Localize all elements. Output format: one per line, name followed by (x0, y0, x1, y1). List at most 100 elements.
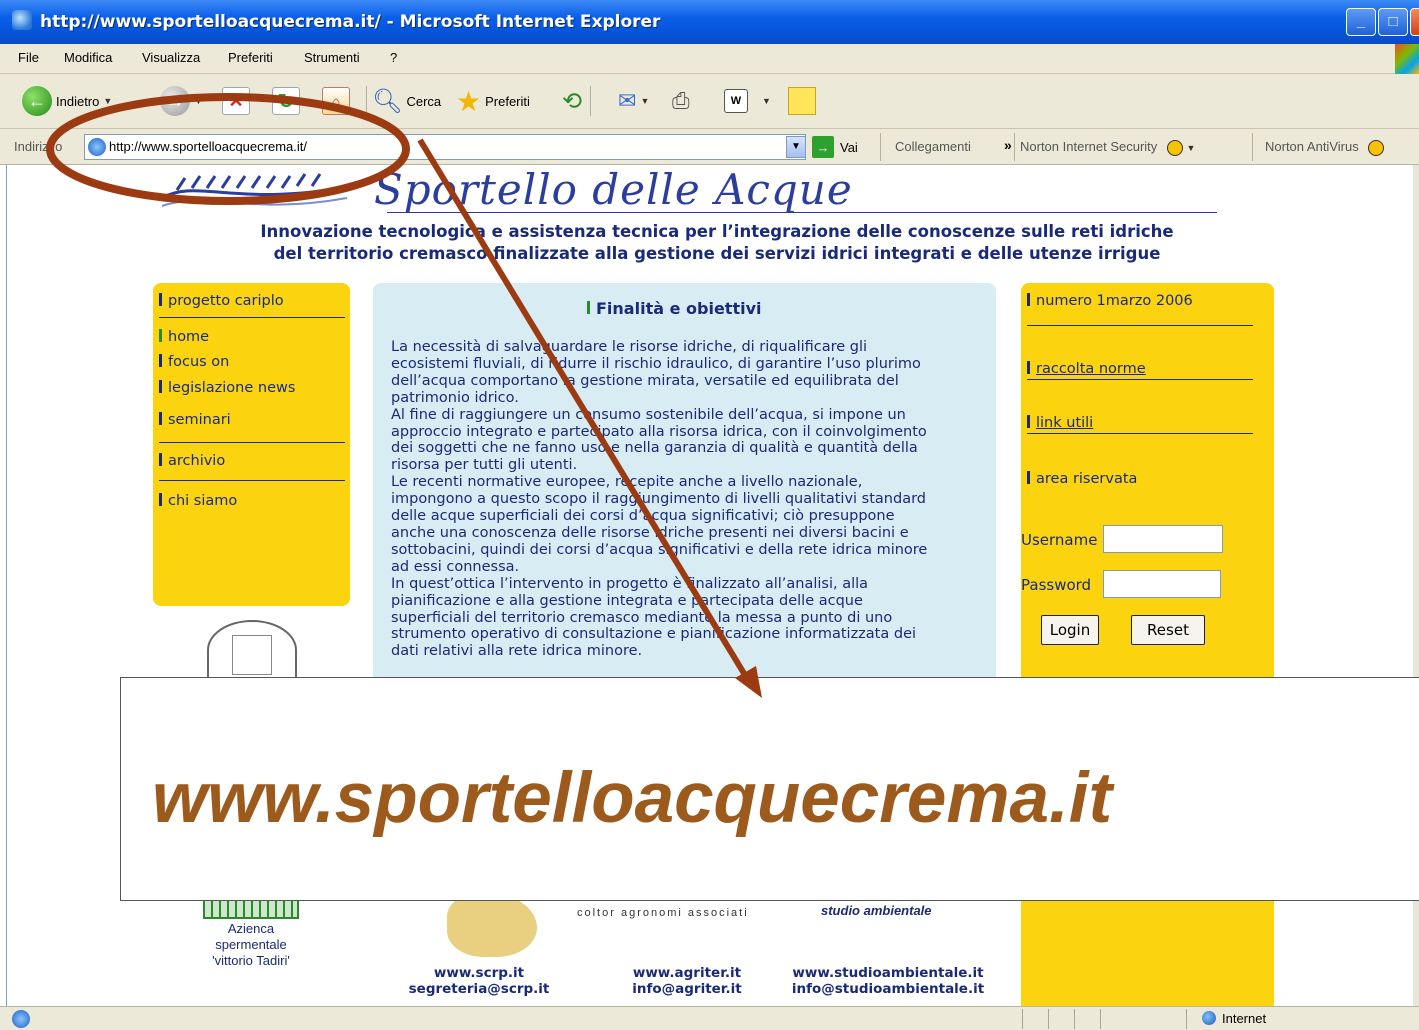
nav-issue[interactable]: numero 1marzo 2006 (1027, 293, 1193, 309)
history-button[interactable]: ⟲ (562, 84, 595, 118)
home-icon[interactable]: ⌂ (322, 87, 350, 115)
username-label: Username (1021, 531, 1098, 549)
norton-antivirus-label: Norton AntiVirus (1265, 139, 1359, 154)
nav-chi-siamo[interactable]: chi siamo (159, 493, 237, 509)
agriter-mail-link[interactable]: info@agriter.it (607, 981, 767, 997)
note-icon (788, 87, 816, 115)
norton-antivirus-button[interactable]: Norton AntiVirus (1265, 139, 1385, 156)
chevron-down-icon[interactable]: ▼ (194, 96, 203, 106)
norton-globe-icon (1166, 139, 1183, 156)
nav-link-utili[interactable]: link utili (1027, 415, 1093, 431)
minimize-button[interactable]: _ (1346, 8, 1376, 36)
status-separator (1022, 1009, 1023, 1029)
menu-modifica[interactable]: Modifica (64, 50, 112, 65)
title-underline (387, 212, 1217, 213)
forward-arrow-icon: → (160, 86, 190, 116)
chevron-down-icon[interactable]: ▼ (786, 136, 806, 158)
nav-area-riservata[interactable]: area riservata (1027, 471, 1137, 487)
search-button[interactable]: 🔍︎ Cerca (372, 84, 441, 118)
content-title: Finalità e obiettivi (587, 299, 761, 318)
mail-button[interactable]: ✉ ▼ (618, 84, 649, 118)
maximize-button[interactable]: □ (1378, 8, 1408, 36)
status-bar: Internet (0, 1006, 1419, 1030)
edit-button[interactable]: W ▼ (724, 84, 771, 118)
divider (1027, 433, 1253, 434)
title-bar: http://www.sportelloacquecrema.it/ - Mic… (0, 0, 1419, 44)
site-title: Sportello delle Acque (374, 165, 853, 214)
subtitle-line-1: Innovazione tecnologica e assistenza tec… (260, 222, 1174, 241)
url-text: http://www.sportelloacquecrema.it/ (109, 139, 307, 154)
go-arrow-icon: → (812, 136, 834, 158)
go-button[interactable]: → Vai (812, 136, 858, 158)
agriter-site-link[interactable]: www.agriter.it (607, 965, 767, 981)
back-label: Indietro (56, 93, 100, 109)
menu-preferiti[interactable]: Preferiti (228, 50, 273, 65)
separator (1252, 133, 1253, 161)
chevron-down-icon: ▼ (1186, 143, 1196, 153)
back-button[interactable]: ← Indietro ▼ (22, 84, 112, 118)
toolbar-separator (366, 86, 367, 116)
divider (1027, 325, 1253, 326)
studio-caption: studio ambientale (821, 903, 932, 918)
studio-mail-link[interactable]: info@studioambientale.it (783, 981, 993, 997)
territory-map (447, 893, 537, 957)
reset-button[interactable]: Reset (1131, 615, 1205, 645)
toolbar-group (362, 84, 371, 118)
chevron-right-icon[interactable]: » (1004, 137, 1012, 153)
studio-site-link[interactable]: www.studioambientale.it (783, 965, 993, 981)
url-callout-text: www.sportelloacquecrema.it (152, 759, 1113, 838)
history-icon: ⟲ (562, 87, 583, 115)
agriter-contacts: www.agriter.it info@agriter.it (607, 965, 767, 997)
scrp-mail-link[interactable]: segreteria@scrp.it (399, 981, 559, 997)
favorites-button[interactable]: ★ Preferiti (456, 84, 530, 118)
printer-icon: ⎙ (672, 88, 690, 113)
go-label: Vai (840, 139, 858, 155)
coltor-caption: coltor agronomi associati (577, 907, 749, 919)
search-label: Cerca (406, 93, 442, 109)
username-input[interactable] (1103, 525, 1223, 553)
close-button[interactable] (1410, 8, 1419, 36)
nav-raccolta-norme[interactable]: raccolta norme (1027, 361, 1146, 377)
forward-button[interactable]: → ▼ (160, 84, 203, 118)
discuss-button[interactable] (788, 84, 816, 118)
zone-label: Internet (1222, 1011, 1267, 1026)
divider (1027, 379, 1253, 380)
status-separator (1048, 1009, 1049, 1029)
nav-progetto-cariplo[interactable]: progetto cariplo (159, 293, 284, 309)
left-nav-panel: progetto cariplo home focus on legislazi… (153, 283, 350, 606)
chevron-down-icon[interactable]: ▼ (103, 96, 112, 106)
menu-help[interactable]: ? (390, 50, 397, 65)
scrp-site-link[interactable]: www.scrp.it (399, 965, 559, 981)
toolbar: ← Indietro ▼ → ▼ ✕ ↻ ⌂ 🔍︎ Cerca ★ Prefer… (0, 74, 1419, 129)
search-icon: 🔍︎ (372, 87, 403, 115)
login-button[interactable]: Login (1041, 615, 1099, 645)
nav-home[interactable]: home (159, 329, 209, 345)
password-input[interactable] (1103, 570, 1221, 598)
nav-focus-on[interactable]: focus on (159, 354, 229, 370)
menu-visualizza[interactable]: Visualizza (142, 50, 200, 65)
refresh-icon[interactable]: ↻ (272, 87, 300, 115)
word-icon: W (724, 89, 748, 113)
divider (159, 442, 345, 443)
nav-archivio[interactable]: archivio (159, 453, 225, 469)
links-toolbar[interactable]: Collegamenti (895, 139, 971, 154)
norton-internet-security-button[interactable]: Norton Internet Security ▼ (1020, 139, 1195, 156)
address-label: Indirizzo (14, 139, 63, 154)
globe-icon (1202, 1011, 1216, 1025)
site-subtitle: Innovazione tecnologica e assistenza tec… (157, 221, 1277, 265)
nav-legislazione-news[interactable]: legislazione news (159, 380, 295, 396)
print-button[interactable]: ⎙ (672, 84, 690, 118)
scrp-contacts: www.scrp.it segreteria@scrp.it (399, 965, 559, 997)
menu-strumenti[interactable]: Strumenti (304, 50, 360, 65)
page-status-icon (12, 1010, 30, 1028)
nav-seminari[interactable]: seminari (159, 412, 231, 428)
stop-icon[interactable]: ✕ (222, 87, 250, 115)
menu-file[interactable]: File (18, 50, 39, 65)
password-label: Password (1021, 576, 1092, 594)
toolbar-separator (590, 86, 592, 116)
studio-contacts: www.studioambientale.it info@studioambie… (783, 965, 993, 997)
url-input[interactable]: http://www.sportelloacquecrema.it/ (84, 134, 806, 160)
security-zone: Internet (1202, 1011, 1266, 1026)
farm-caption: Azienca spermentale 'vittorio Tadiri' (212, 921, 290, 968)
status-separator (1100, 1009, 1101, 1029)
